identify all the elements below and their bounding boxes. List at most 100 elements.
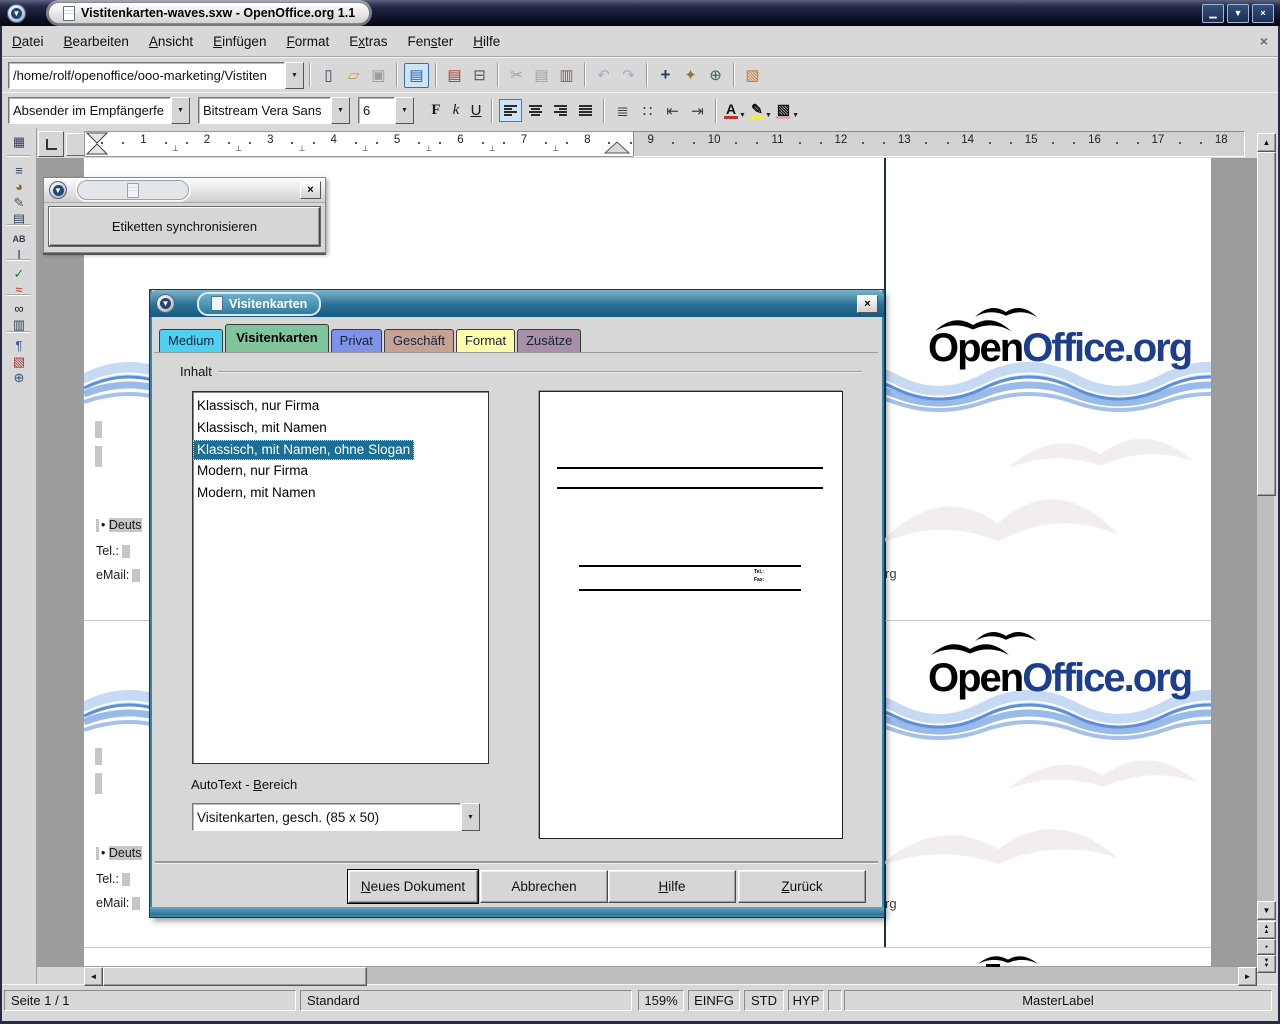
navigator-icon[interactable]: + (654, 64, 677, 87)
new-document-button[interactable]: Neues Dokument (348, 870, 478, 903)
previous-page-button[interactable]: ▲▲ (1257, 921, 1276, 939)
font-size-select[interactable]: 6 ▼ (358, 97, 414, 124)
hyperlink-icon[interactable]: ⊕ (704, 64, 727, 87)
copy-icon[interactable]: ▤ (530, 64, 553, 87)
scroll-down-button[interactable]: ▼ (1257, 901, 1276, 920)
menu-einfuegen[interactable]: Einfügen (203, 29, 276, 54)
close-button[interactable]: × (1252, 4, 1274, 23)
font-color-button[interactable]: A ▼ (724, 102, 746, 119)
tab-zusaetze[interactable]: Zusätze (517, 329, 581, 352)
dialog-close-button[interactable]: × (857, 295, 878, 313)
spellcheck-icon[interactable]: ✓ (7, 265, 31, 282)
content-listbox[interactable]: Klassisch, nur Firma Klassisch, mit Name… (192, 391, 489, 764)
ruler-scale[interactable]: 123456789101112131415161718⊥⊥⊥⊥⊥⊥⊥ (36, 130, 1258, 156)
tab-visitenkarten[interactable]: Visitenkarten (225, 324, 328, 352)
navigation-button[interactable]: ● (1257, 939, 1276, 955)
window-titlebar[interactable]: ▼ Vistitenkarten-waves.sxw - OpenOffice.… (0, 0, 1280, 26)
tab-geschaeft[interactable]: Geschäft (384, 329, 454, 352)
menu-fenster[interactable]: Fenster (398, 29, 464, 54)
menu-extras[interactable]: Extras (339, 29, 397, 54)
print-icon[interactable]: ⊟ (468, 64, 491, 87)
menu-datei[interactable]: Datei (2, 29, 54, 54)
save-icon[interactable]: ▣ (367, 64, 390, 87)
font-size-value[interactable]: 6 (358, 97, 395, 124)
insert-fields-icon[interactable]: ≡ (7, 162, 31, 179)
autotext-icon[interactable]: AB (7, 230, 31, 247)
font-size-dropdown-button[interactable]: ▼ (395, 97, 414, 124)
list-item[interactable]: Klassisch, nur Firma (193, 395, 488, 417)
find-icon[interactable]: ∞ (7, 300, 31, 317)
vertical-scrollbar-thumb[interactable] (1257, 152, 1276, 496)
paragraph-style-value[interactable]: Absender im Empfängerfe (8, 97, 171, 124)
decrease-indent-icon[interactable]: ⇤ (661, 99, 684, 122)
increase-indent-icon[interactable]: ⇥ (686, 99, 709, 122)
maximize-button[interactable]: ▼ (1227, 4, 1249, 23)
paste-icon[interactable]: ▥ (555, 64, 578, 87)
synchronize-window[interactable]: ▼ × Etiketten synchronisieren (43, 177, 326, 253)
stylist-icon[interactable]: ✦ (679, 64, 702, 87)
tab-medium[interactable]: Medium (159, 329, 223, 352)
numbering-icon[interactable]: ≣ (611, 99, 634, 122)
insert-object-icon[interactable]: ◕ (7, 178, 31, 195)
indent-marker-icon[interactable] (86, 132, 108, 155)
page-indicator[interactable]: Seite 1 / 1 (4, 990, 296, 1011)
export-pdf-icon[interactable]: ▤ (443, 64, 466, 87)
menu-bearbeiten[interactable]: Bearbeiten (54, 29, 139, 54)
horizontal-scrollbar-thumb[interactable] (103, 967, 367, 986)
open-icon[interactable]: ▱ (342, 64, 365, 87)
insert-table-icon[interactable]: ▦ (7, 133, 31, 150)
paragraph-style-select[interactable]: Absender im Empfängerfe ▼ (8, 97, 190, 124)
redo-icon[interactable]: ↷ (617, 64, 640, 87)
synchronize-window-titlebar[interactable]: ▼ × (44, 178, 325, 203)
dialog-menu-button[interactable]: ▼ (156, 294, 175, 313)
online-layout-icon[interactable]: ⊕ (7, 369, 31, 386)
menu-format[interactable]: Format (276, 29, 339, 54)
scroll-right-button[interactable]: ► (1238, 967, 1257, 986)
close-button[interactable]: × (300, 181, 321, 199)
undo-icon[interactable]: ↶ (592, 64, 615, 87)
cancel-button[interactable]: Abbrechen (480, 870, 608, 903)
menu-ansicht[interactable]: Ansicht (139, 29, 203, 54)
edit-file-icon[interactable]: ▤ (404, 63, 429, 88)
url-field[interactable]: /home/rolf/openoffice/ooo-marketing/Vist… (8, 62, 285, 89)
highlight-button[interactable]: ✎ ▼ (750, 102, 772, 119)
list-item[interactable]: Modern, nur Firma (193, 460, 488, 482)
url-dropdown-button[interactable]: ▼ (285, 62, 304, 89)
tab-format[interactable]: Format (456, 329, 515, 352)
window-menu-button[interactable]: ▼ (49, 181, 67, 199)
tab-privat[interactable]: Privat (331, 329, 382, 352)
bold-button[interactable]: F (426, 100, 446, 122)
align-right-button[interactable] (549, 99, 572, 122)
page-style[interactable]: Standard (300, 990, 632, 1011)
back-button[interactable]: Zurück (738, 870, 866, 903)
gallery-icon[interactable]: ▧ (741, 64, 764, 87)
paragraph-style-dropdown-button[interactable]: ▼ (171, 97, 190, 124)
list-item[interactable]: Modern, mit Namen (193, 482, 488, 504)
nonprinting-chars-icon[interactable]: ¶ (7, 337, 31, 354)
hyperlink-mode[interactable]: HYP (788, 990, 824, 1011)
autotext-dropdown-button[interactable]: ▼ (461, 803, 480, 831)
url-combobox[interactable]: /home/rolf/openoffice/ooo-marketing/Vist… (8, 62, 304, 89)
zoom-level[interactable]: 159% (638, 990, 684, 1011)
synchronize-labels-button[interactable]: Etiketten synchronisieren (49, 207, 320, 246)
underline-button[interactable]: U (466, 100, 486, 122)
bullets-icon[interactable]: ∷ (636, 99, 659, 122)
graphics-toggle-icon[interactable]: ▧ (7, 353, 31, 370)
menu-hilfe[interactable]: Hilfe (463, 29, 510, 54)
align-center-button[interactable] (524, 99, 547, 122)
font-name-value[interactable]: Bitstream Vera Sans (198, 97, 331, 124)
list-item-selected[interactable]: Klassisch, mit Namen, ohne Slogan (193, 440, 414, 460)
visitenkarten-dialog[interactable]: ▼ Visitenkarten × Medium Visitenkarten P… (150, 290, 884, 917)
new-document-icon[interactable]: ▯ (317, 64, 340, 87)
scroll-up-button[interactable]: ▲ (1257, 133, 1276, 152)
font-name-select[interactable]: Bitstream Vera Sans ▼ (198, 97, 350, 124)
next-page-button[interactable]: ▼▼ (1257, 955, 1276, 973)
autotext-region-select[interactable]: Visitenkarten, gesch. (85 x 50) ▼ (192, 803, 480, 831)
align-left-button[interactable] (499, 99, 522, 122)
font-name-dropdown-button[interactable]: ▼ (331, 97, 350, 124)
align-justify-button[interactable] (574, 99, 597, 122)
cut-icon[interactable]: ✂ (505, 64, 528, 87)
window-menu-button[interactable]: ▼ (7, 4, 26, 23)
insert-mode[interactable]: EINFG (688, 990, 740, 1011)
scroll-left-button[interactable]: ◄ (84, 967, 103, 986)
